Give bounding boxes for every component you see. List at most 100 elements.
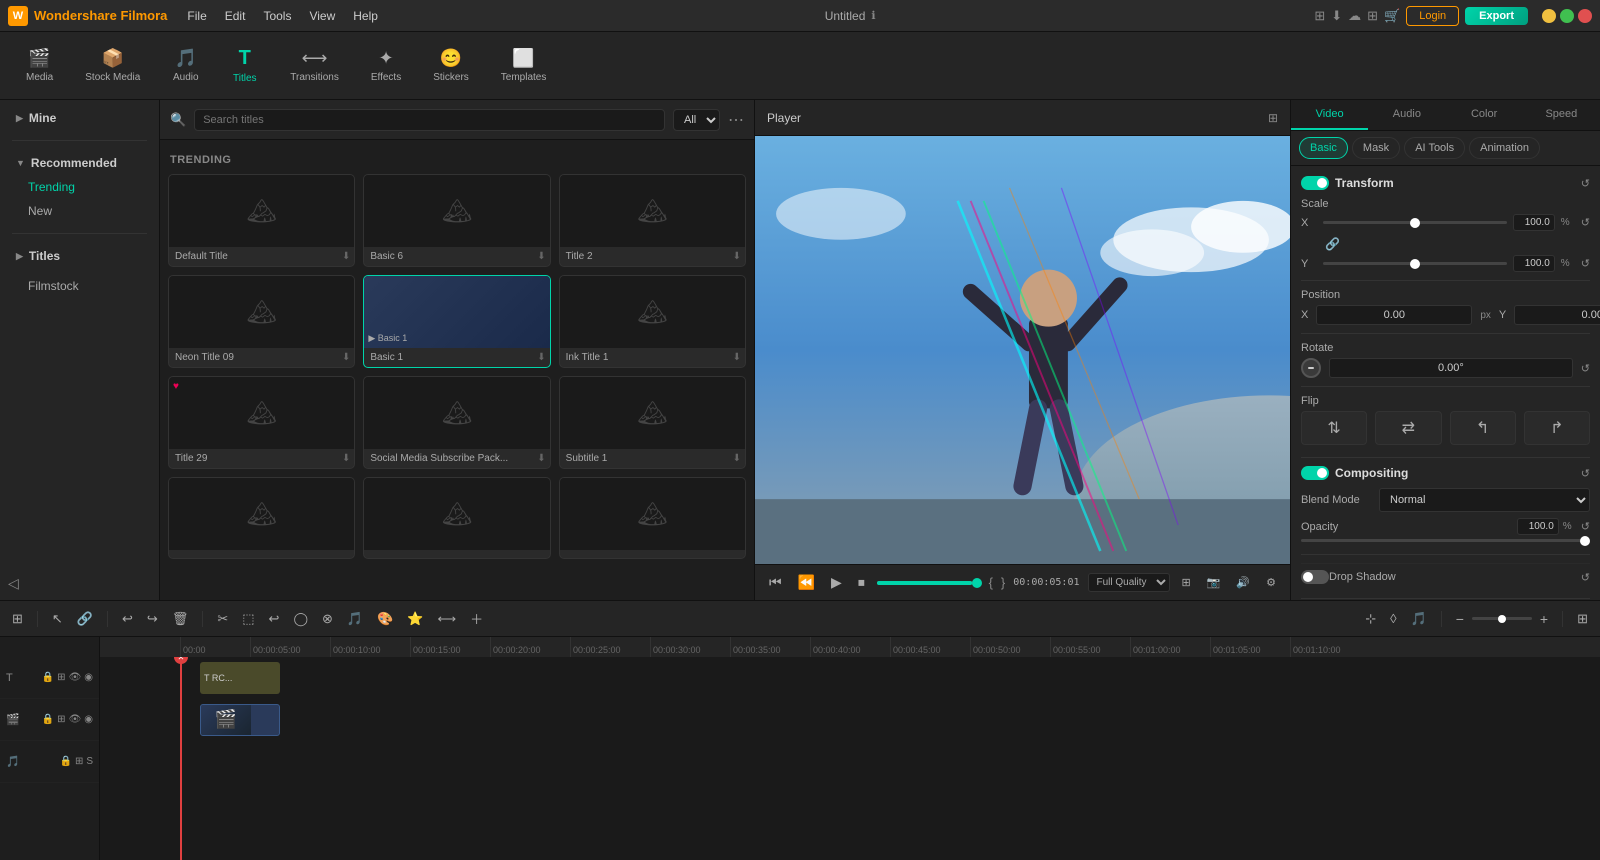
title-card-basic6[interactable]: 🏔 Basic 6 ⬇ bbox=[363, 174, 550, 267]
title-card-social[interactable]: 🏔 Social Media Subscribe Pack... ⬇ bbox=[363, 376, 550, 469]
tool-stickers[interactable]: 😊 Stickers bbox=[419, 42, 483, 89]
audio-track-copy[interactable]: ⊞ bbox=[75, 756, 83, 767]
rotate-reset[interactable]: ↺ bbox=[1581, 362, 1590, 375]
video-track-vis[interactable]: ◉ bbox=[84, 714, 93, 725]
menu-help[interactable]: Help bbox=[345, 6, 386, 26]
video-track-copy[interactable]: ⊞ bbox=[57, 714, 65, 725]
tl-redo-btn[interactable]: ↪ bbox=[143, 609, 162, 629]
bracket-end-icon[interactable]: } bbox=[1001, 575, 1005, 590]
audio-track-lock[interactable]: 🔒 bbox=[59, 756, 71, 767]
export-button[interactable]: Export bbox=[1465, 7, 1528, 25]
tl-cut-btn[interactable]: ✂ bbox=[213, 609, 232, 629]
maximize-button[interactable] bbox=[1560, 9, 1574, 23]
tl-plus-btn[interactable]: ＋ bbox=[466, 607, 487, 630]
drop-shadow-expand[interactable]: ↺ bbox=[1581, 571, 1590, 584]
tl-delete-btn[interactable]: 🗑 bbox=[168, 609, 193, 629]
tl-undo-btn[interactable]: ↩ bbox=[118, 609, 137, 629]
title-card-title2[interactable]: 🏔 Title 2 ⬇ bbox=[559, 174, 746, 267]
tool-titles[interactable]: T Titles bbox=[217, 41, 272, 90]
tl-zoom-slider[interactable] bbox=[1472, 617, 1532, 620]
blend-mode-select[interactable]: Normal Multiply Screen Overlay bbox=[1379, 488, 1590, 512]
scale-y-value[interactable] bbox=[1513, 255, 1555, 272]
compositing-toggle[interactable] bbox=[1301, 466, 1329, 480]
compositing-reset-icon[interactable]: ↺ bbox=[1581, 467, 1590, 480]
subtab-mask[interactable]: Mask bbox=[1352, 137, 1400, 159]
title-card-default[interactable]: 🏔 Default Title ⬇ bbox=[168, 174, 355, 267]
video-track-eye[interactable]: 👁 bbox=[69, 714, 82, 725]
login-button[interactable]: Login bbox=[1406, 6, 1459, 26]
skip-back-button[interactable]: ⏮ bbox=[765, 572, 786, 593]
timeline-playhead[interactable]: ✕ bbox=[180, 657, 182, 860]
tl-sticker-btn[interactable]: ⭐ bbox=[403, 609, 427, 629]
pos-x-input[interactable] bbox=[1316, 305, 1472, 325]
tool-templates[interactable]: ⬜ Templates bbox=[487, 42, 561, 89]
scale-x-slider[interactable] bbox=[1323, 221, 1507, 224]
menu-tools[interactable]: Tools bbox=[255, 6, 299, 26]
title-clip[interactable]: T RC... bbox=[200, 662, 280, 694]
minimize-button[interactable] bbox=[1542, 9, 1556, 23]
tl-link-btn[interactable]: 🔗 bbox=[73, 609, 97, 629]
tl-marker-btn[interactable]: ◊ bbox=[1386, 609, 1400, 628]
left-item-recommended[interactable]: ▼ Recommended bbox=[0, 151, 159, 175]
title-card-extra3[interactable]: 🏔 bbox=[559, 477, 746, 559]
rotate-dial[interactable] bbox=[1301, 358, 1321, 378]
scale-x-reset[interactable]: ↺ bbox=[1581, 216, 1590, 229]
flip-ccw-btn[interactable]: ↰ bbox=[1450, 411, 1516, 445]
subtab-animation[interactable]: Animation bbox=[1469, 137, 1540, 159]
play-button[interactable]: ▶ bbox=[827, 572, 846, 593]
video-track-lock[interactable]: 🔒 bbox=[42, 714, 54, 725]
tab-speed[interactable]: Speed bbox=[1523, 100, 1600, 130]
tl-grid-btn[interactable]: ⊞ bbox=[1573, 609, 1592, 629]
title-card-subtitle1[interactable]: 🏔 Subtitle 1 ⬇ bbox=[559, 376, 746, 469]
title-card-neon[interactable]: 🏔 Neon Title 09 ⬇ bbox=[168, 275, 355, 368]
subtab-basic[interactable]: Basic bbox=[1299, 137, 1348, 159]
step-back-button[interactable]: ⏪ bbox=[794, 572, 819, 593]
left-item-trending[interactable]: Trending bbox=[0, 175, 159, 199]
tool-transitions[interactable]: ⟷ Transitions bbox=[276, 42, 353, 89]
filter-select[interactable]: All bbox=[673, 109, 720, 131]
menu-edit[interactable]: Edit bbox=[217, 6, 254, 26]
scale-x-value[interactable] bbox=[1513, 214, 1555, 231]
tl-pointer-btn[interactable]: ↖ bbox=[48, 609, 67, 629]
flip-horizontal-btn[interactable]: ⇄ bbox=[1375, 411, 1441, 445]
tl-audio-btn[interactable]: 🎵 bbox=[343, 609, 367, 629]
menu-file[interactable]: File bbox=[179, 6, 214, 26]
transform-reset-icon[interactable]: ↺ bbox=[1581, 177, 1590, 190]
tab-audio[interactable]: Audio bbox=[1368, 100, 1445, 130]
video-clip[interactable]: 🎬 bbox=[200, 704, 280, 736]
subtab-ai-tools[interactable]: AI Tools bbox=[1404, 137, 1465, 159]
close-button[interactable] bbox=[1578, 9, 1592, 23]
left-item-mine[interactable]: ▶ Mine bbox=[0, 106, 159, 130]
search-input[interactable] bbox=[194, 109, 665, 131]
tool-audio[interactable]: 🎵 Audio bbox=[158, 42, 213, 89]
tool-stock-media[interactable]: 📦 Stock Media bbox=[71, 42, 154, 89]
left-item-titles[interactable]: ▶ Titles bbox=[0, 244, 159, 268]
title-card-title29[interactable]: 🏔 ♥ Title 29 ⬇ bbox=[168, 376, 355, 469]
link-icon[interactable]: 🔗 bbox=[1325, 237, 1340, 251]
fullscreen-button[interactable]: ⊞ bbox=[1178, 574, 1195, 591]
tl-speed-btn[interactable]: ⊗ bbox=[318, 609, 337, 629]
tl-rotate-btn[interactable]: ↩ bbox=[265, 609, 284, 629]
tl-zoom-in-btn[interactable]: + bbox=[1536, 609, 1552, 629]
bracket-start-icon[interactable]: { bbox=[989, 575, 993, 590]
title-track-copy[interactable]: ⊞ bbox=[57, 672, 65, 683]
rotate-input[interactable] bbox=[1329, 358, 1573, 378]
title-card-extra1[interactable]: 🏔 bbox=[168, 477, 355, 559]
opacity-value[interactable] bbox=[1517, 518, 1559, 535]
pos-y-input[interactable] bbox=[1514, 305, 1600, 325]
scale-y-reset[interactable]: ↺ bbox=[1581, 257, 1590, 270]
opacity-slider[interactable] bbox=[1301, 539, 1590, 542]
title-track-lock[interactable]: 🔒 bbox=[42, 672, 54, 683]
tl-add-track-btn[interactable]: ⊞ bbox=[8, 609, 27, 629]
expand-icon[interactable]: ⊞ bbox=[1268, 111, 1278, 125]
tl-crop-btn[interactable]: ⬚ bbox=[238, 609, 258, 629]
title-card-extra2[interactable]: 🏔 bbox=[363, 477, 550, 559]
audio-button[interactable]: 🔊 bbox=[1232, 574, 1254, 591]
tab-color[interactable]: Color bbox=[1446, 100, 1523, 130]
tl-color-btn[interactable]: 🎨 bbox=[373, 609, 397, 629]
title-track-vis[interactable]: ◉ bbox=[84, 672, 93, 683]
quality-select[interactable]: Full Quality Half Quality bbox=[1088, 573, 1170, 592]
left-collapse-btn[interactable]: ◁ bbox=[0, 567, 159, 600]
stop-button[interactable]: ⏹ bbox=[854, 572, 869, 593]
scale-y-slider[interactable] bbox=[1323, 262, 1507, 265]
